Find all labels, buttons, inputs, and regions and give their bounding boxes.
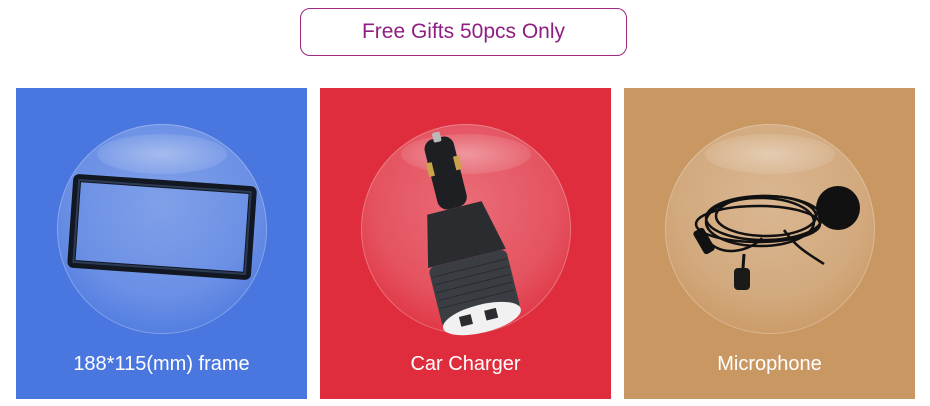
free-gifts-banner: Free Gifts 50pcs Only [300, 8, 627, 56]
gift-label-frame: 188*115(mm) frame [73, 353, 250, 375]
banner-text: Free Gifts 50pcs Only [361, 20, 566, 43]
gift-card-microphone: Microphone [624, 88, 915, 399]
gift-cards: 188*115(mm) frame Car Charger Microphone [16, 88, 915, 399]
gift-label-microphone: Microphone [717, 353, 822, 375]
gift-card-frame: 188*115(mm) frame [16, 88, 307, 399]
gift-card-car-charger: Car Charger [320, 88, 611, 399]
gift-label-car-charger: Car Charger [410, 353, 521, 375]
